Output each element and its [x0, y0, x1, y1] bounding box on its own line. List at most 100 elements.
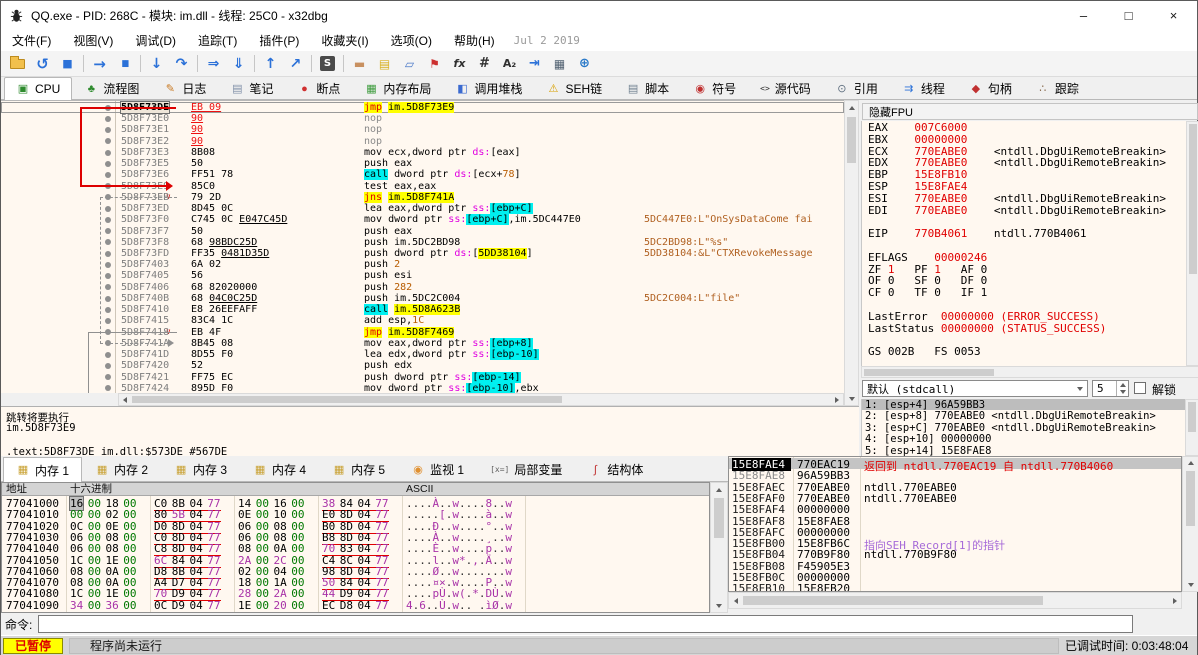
menu-view[interactable]: 视图(V): [62, 29, 124, 51]
maximize-button[interactable]: □: [1106, 1, 1151, 29]
register-row[interactable]: EFLAGS 00000246: [868, 251, 1186, 263]
unlock-checkbox[interactable]: [1134, 382, 1146, 394]
dump-row[interactable]: 770410801C001E0070D9047728002A0044D90477…: [2, 587, 709, 598]
disasm-row[interactable]: 5D8F73F0C745 0C E047C45Dmov dword ptr ss…: [1, 214, 844, 225]
disassembly-vertical-scrollbar[interactable]: [844, 100, 859, 406]
toolbar-assembler-button[interactable]: A₂: [497, 53, 522, 75]
registers-horizontal-scrollbar[interactable]: [861, 366, 1198, 378]
tab-source[interactable]: <>源代码: [748, 77, 823, 99]
dump-row[interactable]: 770410200C000E00D08D047706000800B08D0477…: [2, 520, 709, 531]
register-row[interactable]: EIP 770B4061 ntdll.770B4061: [868, 227, 1186, 239]
toolbar-step-over-button[interactable]: ↷: [169, 53, 194, 75]
menu-debug[interactable]: 调试(D): [124, 29, 187, 51]
stack-row[interactable]: 15E8FAF815E8FAE8: [729, 515, 1181, 526]
argument-count-spinner[interactable]: 5: [1092, 380, 1129, 397]
tab-memory-2[interactable]: ▦内存 2: [82, 457, 161, 481]
disasm-row[interactable]: 5D8F73E090nop: [1, 113, 844, 124]
breakpoint-dot[interactable]: [105, 385, 111, 391]
dump-row[interactable]: 7704106008000A00D88B047702000400988D0477…: [2, 565, 709, 576]
register-row[interactable]: LastError 00000000 (ERROR_SUCCESS): [868, 310, 1186, 322]
breakpoint-dot[interactable]: [105, 307, 111, 313]
breakpoint-dot[interactable]: [105, 206, 111, 212]
dump-row[interactable]: 770410501C001E006C8404772A002C00C48C0477…: [2, 554, 709, 565]
dump-row[interactable]: 7704104006000800C88D047708000A0070830477…: [2, 542, 709, 553]
disasm-row[interactable]: 5D8F73F750push eax: [1, 226, 844, 237]
register-row[interactable]: [868, 333, 1186, 345]
stack-vertical-scrollbar[interactable]: [1182, 456, 1198, 592]
disasm-row[interactable]: 5D8F74036A 02push 2: [1, 259, 844, 270]
toolbar-pause-button[interactable]: ▮▮: [112, 53, 137, 75]
stack-row[interactable]: 15E8FAEC770EABE0ntdll.770EABE0: [729, 481, 1181, 492]
breakpoint-dot[interactable]: [105, 352, 111, 358]
tab-call-stack[interactable]: ◧调用堆栈: [443, 77, 534, 99]
disasm-row[interactable]: 5D8F740556push esi: [1, 270, 844, 281]
calling-convention-dropdown[interactable]: 默认 (stdcall): [862, 380, 1088, 397]
arguments-vertical-scrollbar[interactable]: [1185, 399, 1198, 456]
dump-row[interactable]: 7704107008000A00A4D7047718001A0050840477…: [2, 576, 709, 587]
toolbar-calculator-button[interactable]: ▦: [547, 53, 572, 75]
menu-plugins[interactable]: 插件(P): [248, 29, 310, 51]
toolbar-bookmark-button[interactable]: ⚑: [422, 53, 447, 75]
register-row[interactable]: ESI 770EABE0 <ntdll.DbgUiRemoteBreakin>: [868, 192, 1186, 204]
breakpoint-dot[interactable]: [105, 127, 111, 133]
disasm-row[interactable]: 5D8F73F868 98BDC25Dpush im.5DC2BD985DC2B…: [1, 237, 844, 248]
register-row[interactable]: EDX 770EABE0 <ntdll.DbgUiRemoteBreakin>: [868, 156, 1186, 168]
stack-row[interactable]: 15E8FB0015E8FB6C指向SEH_Record[1]的指针: [729, 537, 1181, 548]
disasm-row[interactable]: 5D8F741D8D55 F0lea edx,dword ptr ss:[ebp…: [1, 349, 844, 360]
tab-handles[interactable]: ◆句柄: [957, 77, 1024, 99]
tab-memory-5[interactable]: ▦内存 5: [319, 457, 398, 481]
stack-horizontal-scrollbar[interactable]: [728, 592, 1182, 609]
tab-memory-1[interactable]: ▦内存 1: [3, 457, 82, 482]
toolbar-run-to-cursor-button[interactable]: ⇒: [201, 53, 226, 75]
tab-symbols[interactable]: ◉符号: [681, 77, 748, 99]
register-row[interactable]: [868, 215, 1186, 227]
toolbar-patches-button[interactable]: ▬: [347, 53, 372, 75]
dump-row[interactable]: 77041090340036000CD904771E002000ECD80477…: [2, 599, 709, 610]
breakpoint-dot[interactable]: [105, 161, 111, 167]
toolbar-run-to-user-code-button[interactable]: ↗: [283, 53, 308, 75]
breakpoint-dot[interactable]: [105, 150, 111, 156]
toolbar-close-button[interactable]: ■: [55, 53, 80, 75]
register-row[interactable]: ESP 15E8FAE4: [868, 180, 1186, 192]
argument-row[interactable]: 5: [esp+14] 15E8FAE8: [862, 445, 1185, 456]
register-row[interactable]: EBX 00000000: [868, 133, 1186, 145]
breakpoint-dot[interactable]: [105, 217, 111, 223]
toolbar-label-button[interactable]: ▱: [397, 53, 422, 75]
stack-row[interactable]: 15E8FB04770B9F80ntdll.770B9F80: [729, 548, 1181, 559]
disasm-row[interactable]: 5D8F73E290nop: [1, 136, 844, 147]
toolbar-open-file-button[interactable]: [5, 53, 30, 75]
tab-breakpoints[interactable]: ●断点: [285, 77, 352, 99]
disasm-row[interactable]: 5D8F7410E8 26EEFAFFcall im.5D8A623B: [1, 304, 844, 315]
disassembly-horizontal-scrollbar[interactable]: [118, 393, 844, 406]
argument-row[interactable]: 2: [esp+8] 770EABE0 <ntdll.DbgUiRemoteBr…: [862, 410, 1185, 421]
tab-threads[interactable]: ⇉线程: [890, 77, 957, 99]
tab-script[interactable]: ▤脚本: [614, 77, 681, 99]
call-arguments-pane[interactable]: 1: [esp+4] 96A59BB32: [esp+8] 770EABE0 <…: [861, 399, 1185, 456]
stack-row[interactable]: 15E8FAF400000000: [729, 503, 1181, 514]
register-row[interactable]: OF 0 SF 0 DF 0: [868, 274, 1186, 286]
dump-row[interactable]: 7704100016001800C08B04771400160038840477…: [2, 497, 709, 508]
register-row[interactable]: GS 002B FS 0053: [868, 345, 1186, 357]
stack-row[interactable]: 15E8FB08F45905E3: [729, 560, 1181, 571]
tab-seh-chain[interactable]: ⚠SEH链: [534, 77, 614, 99]
tab-notes[interactable]: ▤笔记: [218, 77, 285, 99]
breakpoint-dot[interactable]: [105, 363, 111, 369]
menu-trace[interactable]: 追踪(T): [187, 29, 248, 51]
breakpoint-dot[interactable]: [105, 296, 111, 302]
register-row[interactable]: [868, 298, 1186, 310]
tab-struct[interactable]: ∫结构体: [575, 457, 656, 481]
breakpoint-dot[interactable]: [105, 318, 111, 324]
stack-pane[interactable]: 15E8FAE4770EAC19返回到 ntdll.770EAC19 自 ntd…: [728, 456, 1182, 592]
breakpoint-dot[interactable]: [105, 228, 111, 234]
close-button[interactable]: ×: [1151, 1, 1196, 29]
command-input[interactable]: [38, 615, 1133, 633]
tab-memory-4[interactable]: ▦内存 4: [240, 457, 319, 481]
tab-cpu[interactable]: ▣CPU: [4, 77, 72, 100]
toolbar-function-analysis-button[interactable]: fx: [447, 53, 472, 75]
toolbar-step-into-button[interactable]: ↓: [144, 53, 169, 75]
argument-row[interactable]: 4: [esp+10] 00000000: [862, 433, 1185, 444]
breakpoint-dot[interactable]: [105, 116, 111, 122]
disasm-row[interactable]: 5D8F73E190nop: [1, 124, 844, 135]
toolbar-attach-button[interactable]: ⇥: [522, 53, 547, 75]
stack-row[interactable]: 15E8FAE896A59BB3: [729, 469, 1181, 480]
